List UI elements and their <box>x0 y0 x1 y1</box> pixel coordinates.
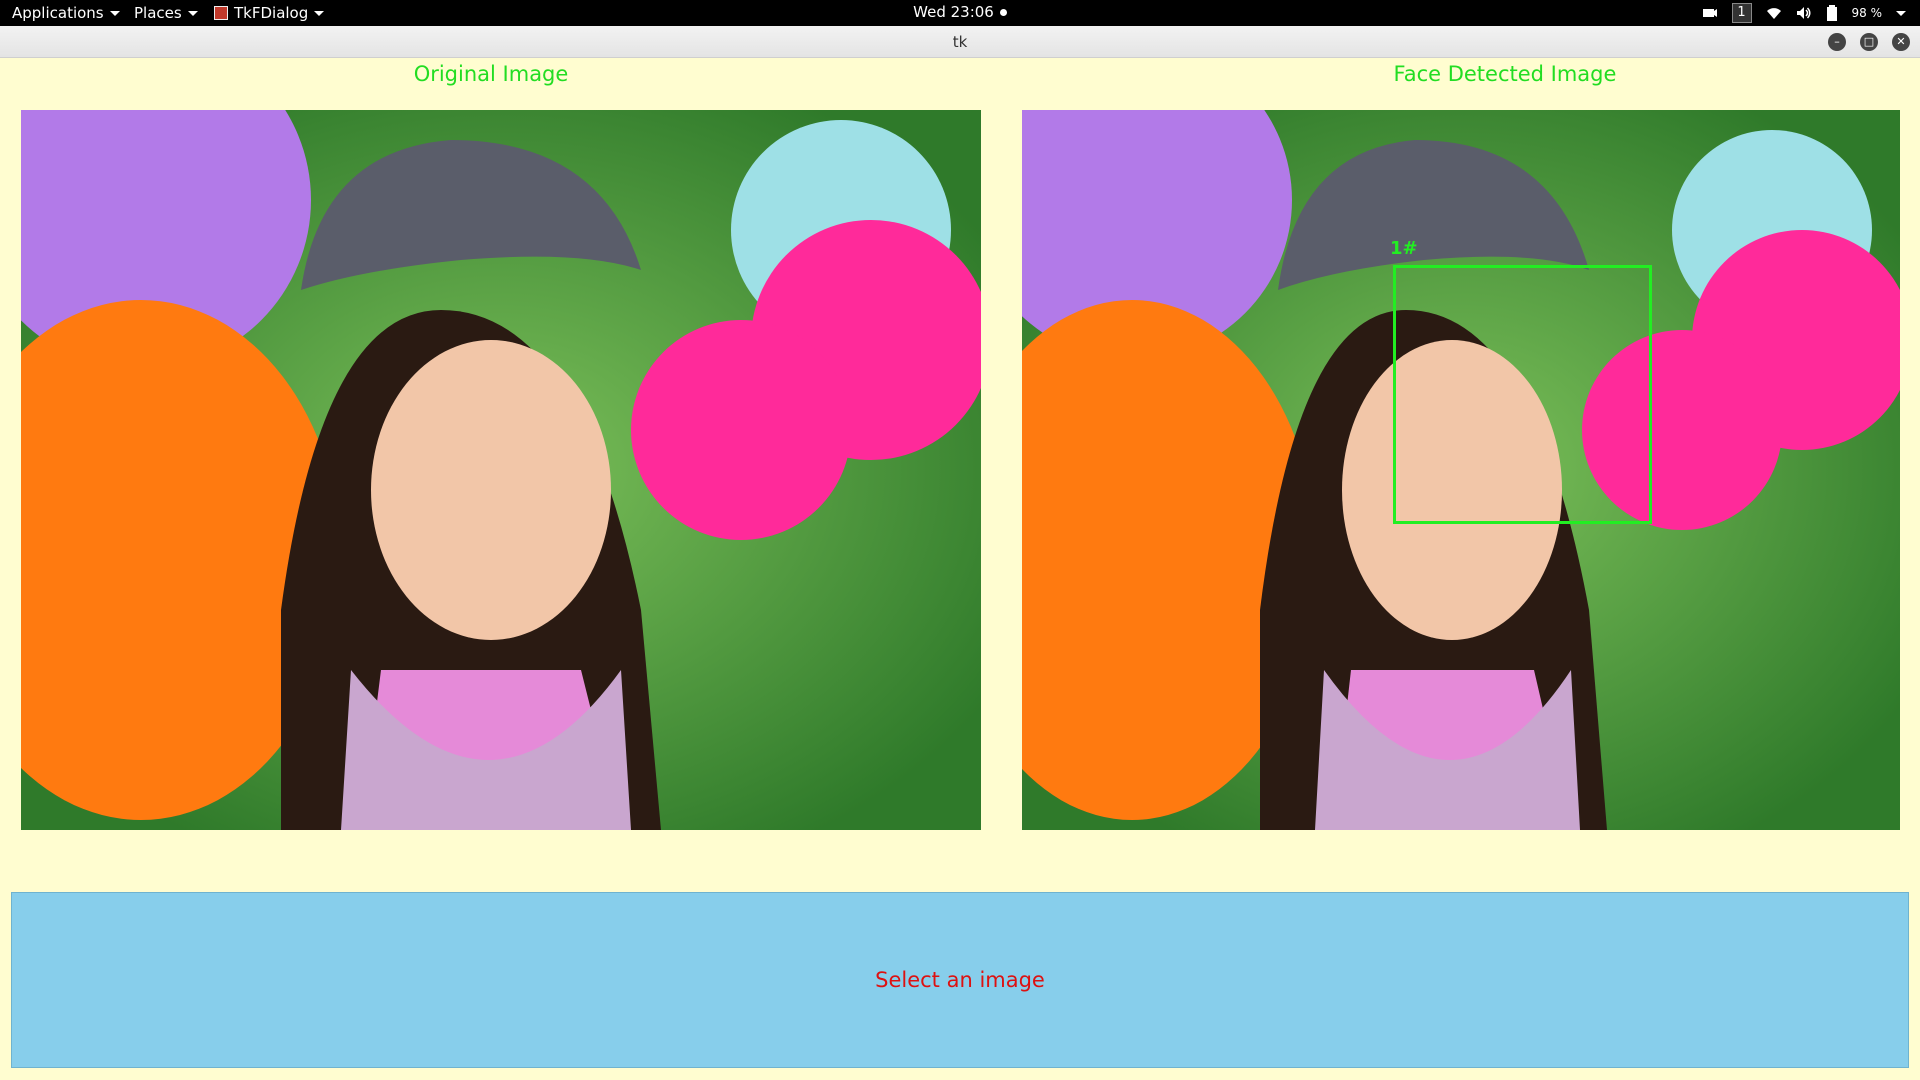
face-index-label: 1# <box>1390 238 1418 259</box>
wifi-icon[interactable] <box>1766 6 1782 20</box>
maximize-icon[interactable]: □ <box>1860 33 1878 51</box>
window-title-bar[interactable]: tk – □ ✕ <box>0 26 1920 58</box>
close-icon[interactable]: ✕ <box>1892 33 1910 51</box>
screen-share-icon[interactable] <box>1702 6 1718 20</box>
battery-percent: 98 % <box>1851 6 1883 20</box>
window-title: tk <box>952 33 968 51</box>
face-bounding-box <box>1393 265 1652 524</box>
workspace-indicator[interactable]: 1 <box>1731 3 1752 23</box>
notification-dot-icon <box>999 8 1007 16</box>
clock-text: Wed 23:06 <box>913 3 994 21</box>
top-system-bar: Applications Places TkFDialog Wed 23:06 … <box>0 0 1920 26</box>
system-tray: 1 98 % <box>1702 3 1906 23</box>
chevron-down-icon[interactable] <box>1896 10 1906 16</box>
original-image-label: Original Image <box>413 62 569 86</box>
face-detected-image: 1# <box>1022 110 1900 830</box>
volume-icon[interactable] <box>1796 6 1812 20</box>
battery-icon[interactable] <box>1826 5 1838 21</box>
status-message: Select an image <box>875 968 1045 992</box>
minimize-icon[interactable]: – <box>1828 33 1846 51</box>
window-controls: – □ ✕ <box>1828 33 1910 51</box>
status-panel[interactable]: Select an image <box>11 892 1909 1068</box>
clock[interactable]: Wed 23:06 <box>0 3 1920 21</box>
original-image <box>21 110 981 830</box>
face-detected-image-label: Face Detected Image <box>1393 62 1617 86</box>
